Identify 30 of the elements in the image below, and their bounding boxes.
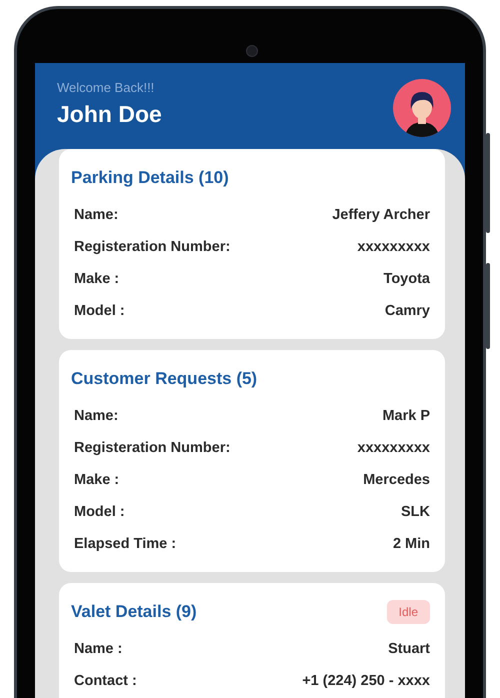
user-name: John Doe xyxy=(57,101,162,128)
field-label: Model : xyxy=(74,504,125,520)
avatar-icon[interactable] xyxy=(393,79,451,137)
status-badge: Idle xyxy=(386,600,430,624)
field-label: Registeration Number: xyxy=(74,239,230,255)
field-value: 2 Min xyxy=(392,536,430,552)
card-title: Valet Details (9) xyxy=(71,602,197,622)
card-title: Parking Details (10) xyxy=(71,168,229,188)
field-label: Name: xyxy=(74,207,118,223)
field-value: SLK xyxy=(401,504,430,520)
field-value: Toyota xyxy=(384,271,430,287)
field-value: Mercedes xyxy=(363,472,430,488)
camera-icon xyxy=(246,45,258,57)
field-value: xxxxxxxxx xyxy=(357,440,430,456)
field-label: Registeration Number: xyxy=(74,440,230,456)
field-value: Mark P xyxy=(382,408,430,424)
field-label: Make : xyxy=(74,271,120,287)
field-label: Name : xyxy=(74,641,122,657)
field-value: Stuart xyxy=(388,641,430,657)
field-label: Contact : xyxy=(74,673,137,689)
field-label: Model : xyxy=(74,303,125,319)
field-value: +1 (224) 250 - xxxx xyxy=(302,673,430,689)
field-value: Jeffery Archer xyxy=(332,207,430,223)
field-label: Elapsed Time : xyxy=(74,536,176,552)
field-value: Camry xyxy=(384,303,430,319)
field-label: Make : xyxy=(74,472,120,488)
card-title: Customer Requests (5) xyxy=(71,369,258,389)
greeting-text: Welcome Back!!! xyxy=(57,80,156,95)
field-value: xxxxxxxxx xyxy=(357,239,430,255)
field-label: Name: xyxy=(74,408,118,424)
